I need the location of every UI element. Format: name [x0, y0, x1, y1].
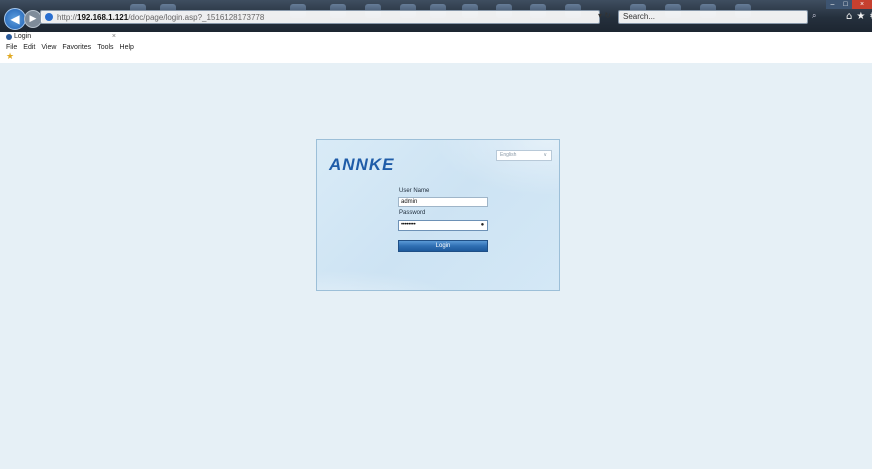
forward-arrow-icon: ▶ [29, 14, 37, 24]
globe-icon [45, 13, 53, 21]
username-label: User Name [399, 188, 430, 194]
login-panel: ANNKE English ∨ User Name admin Password… [316, 139, 560, 291]
address-prefix: http:// [57, 12, 78, 22]
close-icon[interactable]: × [112, 32, 116, 42]
star-icon[interactable]: ★ [856, 11, 865, 22]
brand-logo: ANNKE [329, 155, 395, 174]
menu-bar: File Edit View Favorites Tools Help [0, 42, 872, 53]
search-input[interactable]: Search... [618, 10, 808, 24]
minimize-icon[interactable]: – [826, 0, 839, 9]
address-path: /doc/page/login.asp?_1516128173778 [128, 12, 265, 22]
favorites-bar: ★ [0, 52, 872, 63]
search-icon[interactable]: ⌕ [812, 11, 816, 21]
tab-row: Login × [0, 32, 872, 42]
language-select[interactable]: English ∨ [496, 150, 552, 161]
login-button[interactable]: Login [398, 240, 488, 252]
window-close-icon[interactable]: × [852, 0, 872, 9]
address-bar[interactable]: http:// 192.168.1.121 /doc/page/login.as… [40, 10, 600, 24]
back-button[interactable]: ◀ [4, 8, 26, 30]
language-value: English [500, 152, 517, 158]
tab-login[interactable]: Login × [6, 32, 116, 42]
menu-edit[interactable]: Edit [23, 42, 35, 53]
browser-toolbar-icons: ⌂ ★ ⚙ [846, 11, 872, 22]
tab-title: Login [14, 33, 32, 40]
maximize-icon[interactable]: □ [839, 0, 852, 9]
page-favicon-icon [6, 34, 12, 40]
menu-view[interactable]: View [41, 42, 56, 53]
back-arrow-icon: ◀ [10, 12, 20, 26]
password-label: Password [399, 210, 426, 216]
address-host: 192.168.1.121 [77, 12, 129, 22]
menu-favorites[interactable]: Favorites [62, 42, 91, 53]
home-icon[interactable]: ⌂ [846, 11, 852, 22]
reveal-password-icon[interactable]: ● [481, 221, 485, 230]
chevron-down-icon: ∨ [543, 152, 547, 158]
browser-titlebar: ◀ ▶ http:// 192.168.1.121 /doc/page/logi… [0, 0, 872, 32]
favorites-star-icon[interactable]: ★ [6, 52, 14, 62]
menu-tools[interactable]: Tools [97, 42, 113, 53]
refresh-button[interactable]: ▾ ↻ [598, 11, 611, 20]
window-controls: – □ × [826, 0, 872, 10]
password-value: •••••••• [401, 222, 416, 228]
password-input[interactable]: •••••••• ● [398, 220, 488, 231]
username-input[interactable]: admin [398, 197, 488, 207]
menu-help[interactable]: Help [120, 42, 134, 53]
